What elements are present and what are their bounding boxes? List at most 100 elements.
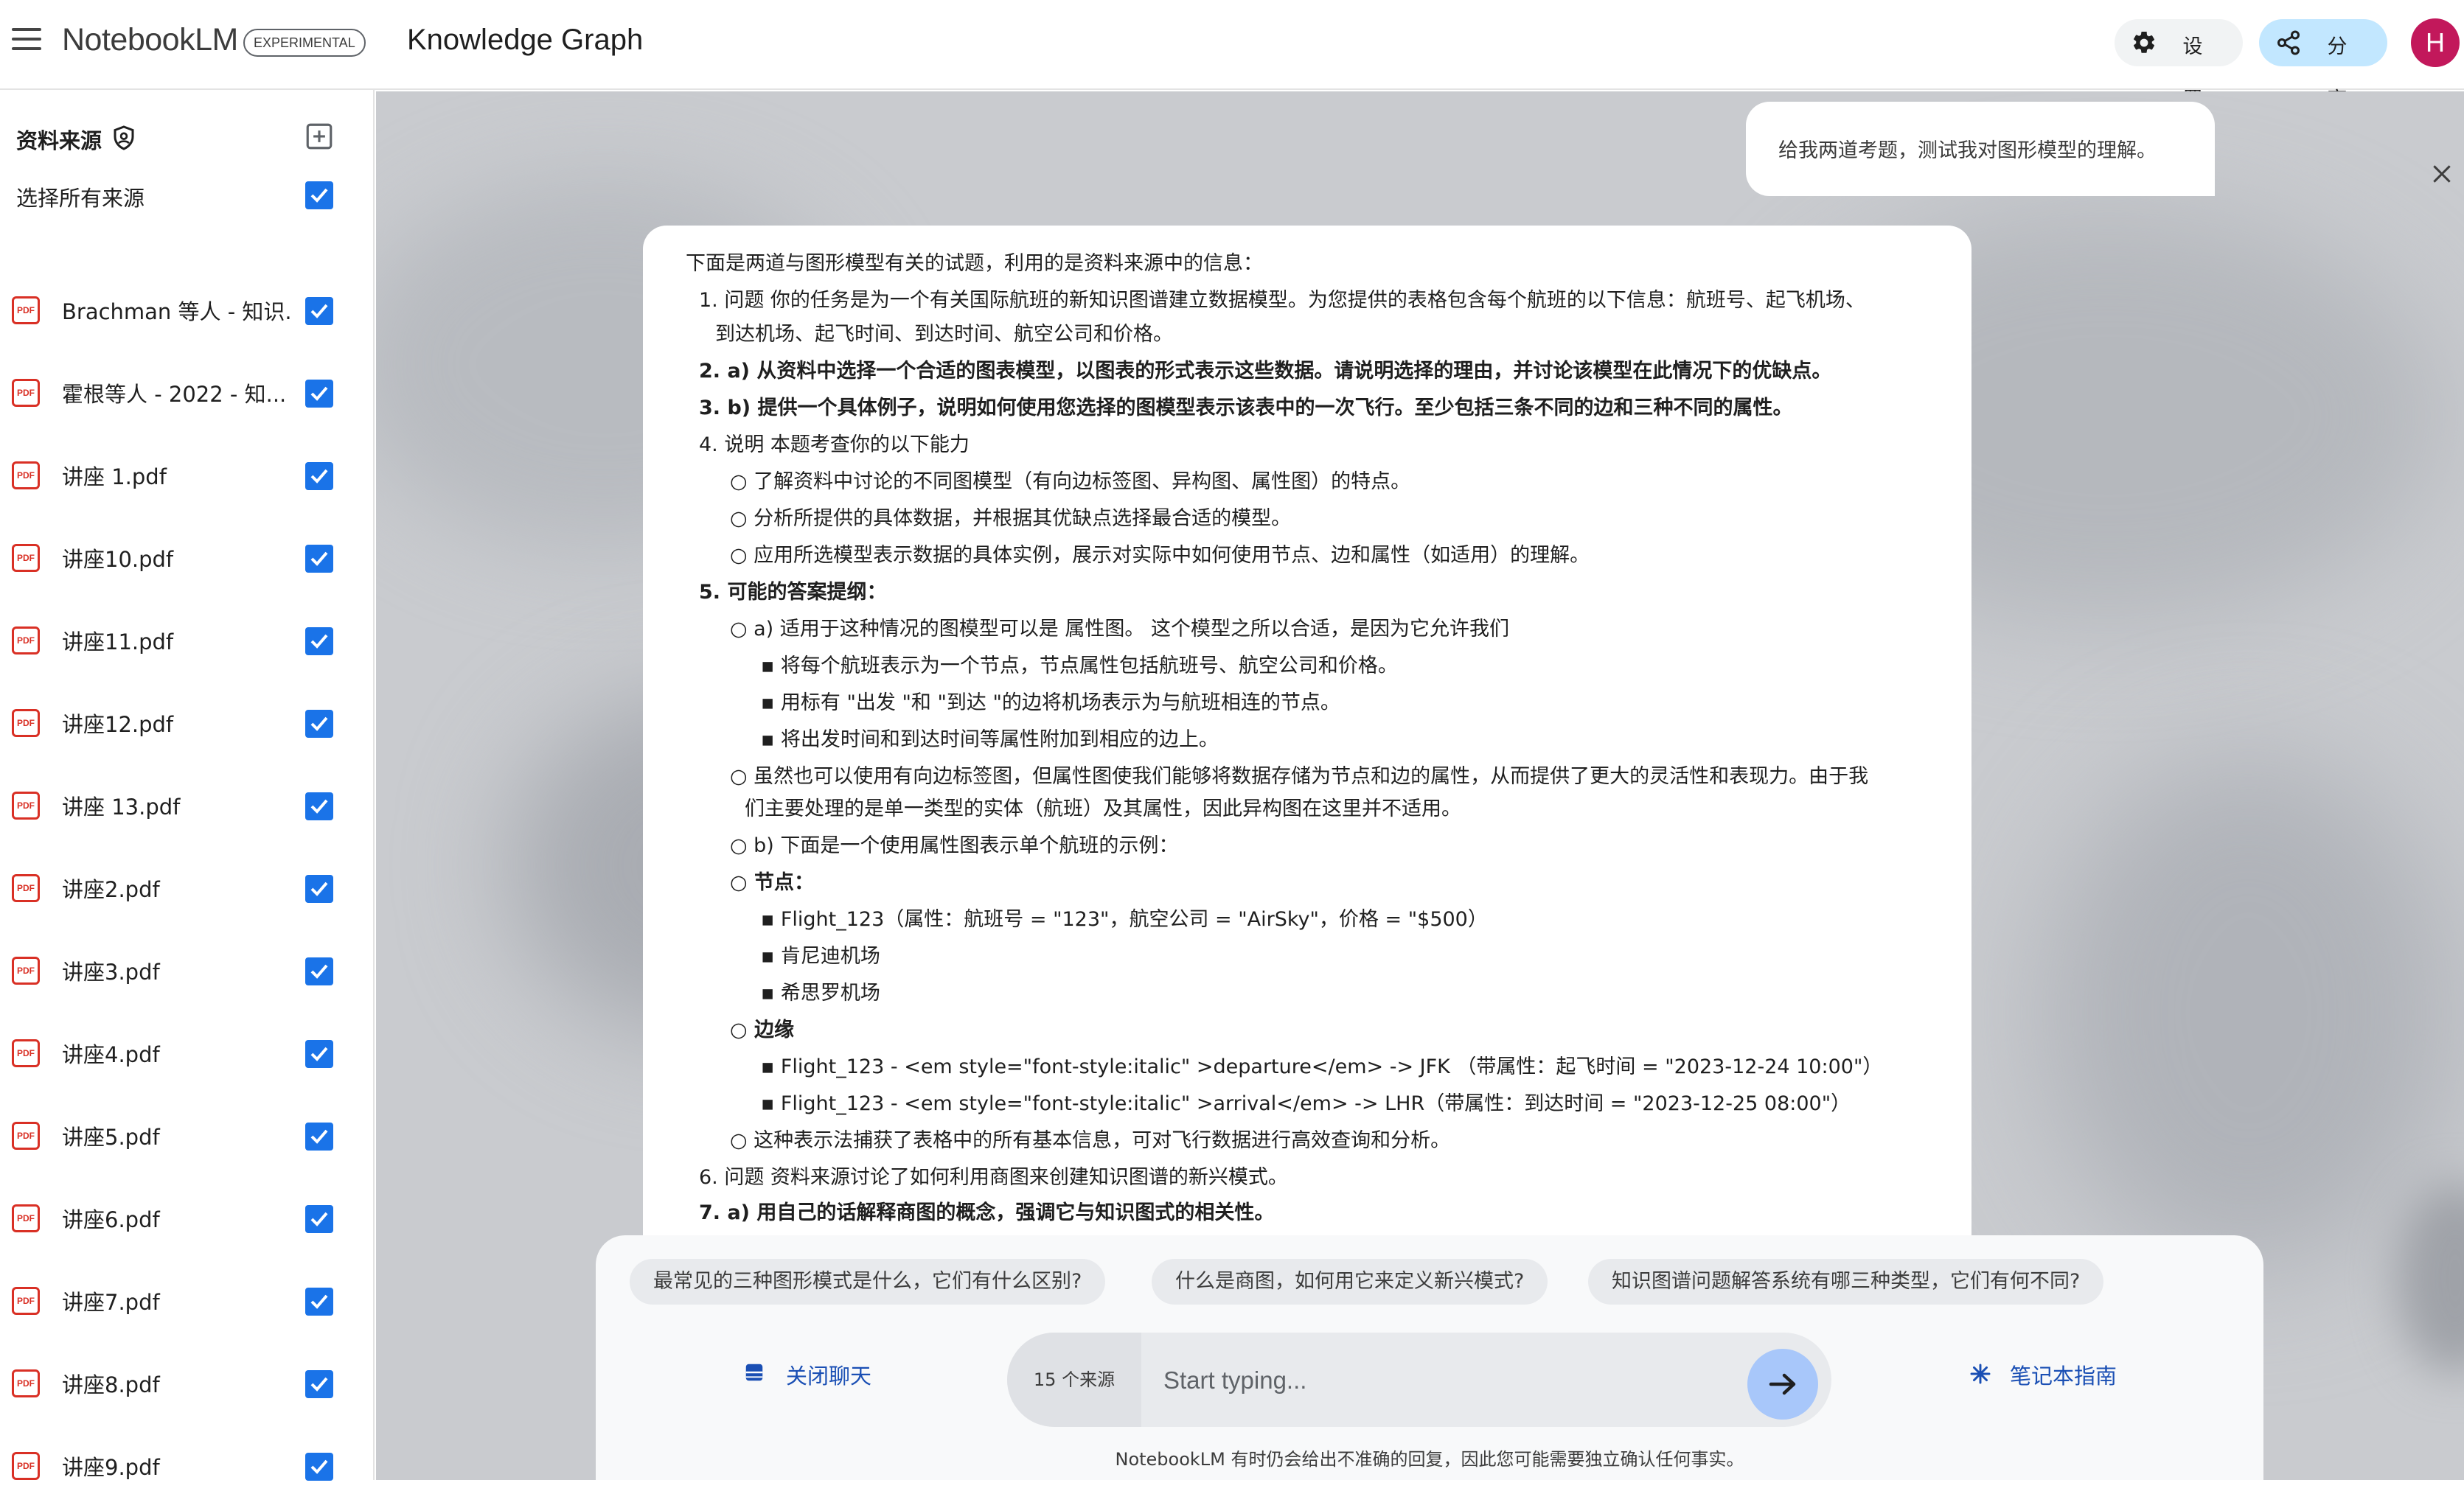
source-checkbox[interactable] xyxy=(305,1453,333,1481)
source-item[interactable]: PDF 讲座3.pdf xyxy=(0,930,373,1013)
page-title[interactable]: Knowledge Graph xyxy=(407,24,643,57)
chat-panel-icon xyxy=(745,1364,763,1381)
source-item[interactable]: PDF 讲座12.pdf xyxy=(0,683,373,765)
source-item[interactable]: PDF 讲座10.pdf xyxy=(0,517,373,600)
check-icon xyxy=(310,1377,328,1392)
response-line: ▪ Flight_123 - <em style="font-style:ita… xyxy=(761,1055,1883,1078)
source-label: 讲座12.pdf xyxy=(62,712,174,737)
response-line: 7. a) 用自己的话解释商图的概念，强调它与知识图式的相关性。 xyxy=(699,1201,1275,1224)
check-icon xyxy=(310,634,328,649)
select-all-checkbox[interactable] xyxy=(305,181,333,209)
check-icon xyxy=(310,964,328,979)
add-source-icon[interactable] xyxy=(304,121,335,152)
response-line: ▪ Flight_123（属性：航班号 = "123"，航空公司 = "AirS… xyxy=(761,908,1488,931)
source-label: 讲座2.pdf xyxy=(62,877,160,902)
background-blur xyxy=(2396,1182,2464,1374)
suggestion-chip[interactable]: 最常见的三种图形模式是什么，它们有什么区别? xyxy=(630,1259,1106,1305)
source-checkbox[interactable] xyxy=(305,1205,333,1233)
select-all-label: 选择所有来源 xyxy=(16,186,145,211)
response-line: ○ 了解资料中讨论的不同图模型（有向边标签图、异构图、属性图）的特点。 xyxy=(730,470,1411,493)
source-checkbox[interactable] xyxy=(305,627,333,655)
check-icon xyxy=(310,882,328,896)
disclaimer-text: NotebookLM 有时仍会给出不准确的回复，因此您可能需要独立确认任何事实。 xyxy=(1115,1449,1744,1470)
close-icon[interactable] xyxy=(2430,162,2454,186)
source-item[interactable]: PDF 讲座2.pdf xyxy=(0,848,373,930)
source-item[interactable]: PDF 讲座4.pdf xyxy=(0,1013,373,1095)
gear-icon xyxy=(2133,31,2155,53)
source-item[interactable]: PDF 讲座5.pdf xyxy=(0,1095,373,1178)
response-line: 们主要处理的是单一类型的实体（航班）及其属性，因此异构图在这里并不适用。 xyxy=(745,797,1461,820)
pdf-icon: PDF xyxy=(12,1204,40,1232)
source-checkbox[interactable] xyxy=(305,875,333,903)
sources-sidebar: 资料来源 选择所有来源 PDF Brachman 等人 - 知识... PDF 霍根等… xyxy=(0,90,375,1481)
shield-icon[interactable] xyxy=(111,124,137,152)
source-item[interactable]: PDF 讲座6.pdf xyxy=(0,1178,373,1260)
send-button[interactable] xyxy=(1747,1349,1818,1420)
check-icon xyxy=(310,386,328,401)
source-checkbox[interactable] xyxy=(305,297,333,325)
response-line: 4. 说明 本题考查你的以下能力 xyxy=(699,433,970,456)
check-icon xyxy=(310,1212,328,1226)
source-label: 讲座 1.pdf xyxy=(62,464,167,489)
source-item[interactable]: PDF Brachman 等人 - 知识... xyxy=(0,270,373,352)
source-checkbox[interactable] xyxy=(305,462,333,490)
response-line: ▪ 将出发时间和到达时间等属性附加到相应的边上。 xyxy=(761,728,1219,751)
source-item[interactable]: PDF 讲座11.pdf xyxy=(0,600,373,683)
response-line: ▪ Flight_123 - <em style="font-style:ita… xyxy=(761,1092,1851,1115)
pdf-icon: PDF xyxy=(12,1452,40,1480)
pdf-icon: PDF xyxy=(12,544,40,572)
background-blur xyxy=(2042,755,2455,1271)
pdf-icon: PDF xyxy=(12,709,40,737)
check-icon xyxy=(310,1294,328,1309)
source-label: 霍根等人 - 2022 - 知... xyxy=(62,382,287,407)
source-checkbox[interactable] xyxy=(305,545,333,573)
source-checkbox[interactable] xyxy=(305,1370,333,1398)
source-checkbox[interactable] xyxy=(305,792,333,820)
response-line: ○ 这种表示法捕获了表格中的所有基本信息，可对飞行数据进行高效查询和分析。 xyxy=(730,1129,1451,1152)
response-line: ○ 分析所提供的具体数据，并根据其优缺点选择最合适的模型。 xyxy=(730,507,1292,530)
pdf-icon: PDF xyxy=(12,296,40,324)
brand-logo[interactable]: NotebookLM xyxy=(62,22,238,58)
source-checkbox[interactable] xyxy=(305,1040,333,1068)
source-count-badge[interactable]: 15 个来源 xyxy=(1007,1333,1141,1427)
arrow-right-icon xyxy=(1769,1373,1796,1395)
response-line: ▪ 用标有 "出发 "和 "到达 "的边将机场表示为与航班相连的节点。 xyxy=(761,691,1340,714)
menu-icon[interactable] xyxy=(12,28,41,53)
source-label: Brachman 等人 - 知识... xyxy=(62,299,290,324)
source-checkbox[interactable] xyxy=(305,1123,333,1151)
notebook-guide-label: 笔记本指南 xyxy=(2010,1364,2117,1389)
source-item[interactable]: PDF 讲座8.pdf xyxy=(0,1343,373,1425)
source-label: 讲座7.pdf xyxy=(62,1290,160,1315)
source-label: 讲座10.pdf xyxy=(62,547,174,572)
source-item[interactable]: PDF 霍根等人 - 2022 - 知... xyxy=(0,352,373,435)
source-item[interactable]: PDF 讲座 13.pdf xyxy=(0,765,373,848)
suggestion-chip[interactable]: 什么是商图，如何用它来定义新兴模式? xyxy=(1152,1259,1548,1305)
pdf-icon: PDF xyxy=(12,1039,40,1067)
user-message-bubble: 给我两道考题，测试我对图形模型的理解。 xyxy=(1746,102,2215,196)
suggestion-chip[interactable]: 知识图谱问题解答系统有哪三种类型，它们有何不同? xyxy=(1588,1259,2104,1305)
response-line: 6. 问题 资料来源讨论了如何利用商图来创建知识图谱的新兴模式。 xyxy=(699,1166,1288,1189)
response-line: 5. 可能的答案提纲： xyxy=(699,581,887,604)
source-item[interactable]: PDF 讲座 1.pdf xyxy=(0,435,373,517)
pdf-icon: PDF xyxy=(12,461,40,489)
source-item[interactable]: PDF 讲座7.pdf xyxy=(0,1260,373,1343)
source-item[interactable]: PDF 讲座9.pdf xyxy=(0,1425,373,1508)
pdf-icon: PDF xyxy=(12,1287,40,1315)
pdf-icon: PDF xyxy=(12,957,40,985)
settings-button[interactable]: 设置 xyxy=(2115,19,2243,111)
check-icon xyxy=(310,799,328,814)
pdf-icon: PDF xyxy=(12,626,40,654)
response-line: ○ 应用所选模型表示数据的具体实例，展示对实际中如何使用节点、边和属性（如适用）… xyxy=(730,544,1590,567)
source-checkbox[interactable] xyxy=(305,710,333,738)
chat-input[interactable] xyxy=(1162,1358,1725,1403)
source-checkbox[interactable] xyxy=(305,1288,333,1316)
source-checkbox[interactable] xyxy=(305,380,333,408)
experimental-badge: EXPERIMENTAL xyxy=(243,29,366,57)
avatar[interactable]: H xyxy=(2411,18,2460,67)
response-line: ▪ 将每个航班表示为一个节点，节点属性包括航班号、航空公司和价格。 xyxy=(761,654,1398,677)
response-line: ▪ 希思罗机场 xyxy=(761,982,880,1005)
response-line: 下面是两道与图形模型有关的试题，利用的是资料来源中的信息： xyxy=(686,252,1263,275)
source-checkbox[interactable] xyxy=(305,957,333,985)
response-line: 到达机场、起飞时间、到达时间、航空公司和价格。 xyxy=(715,323,1173,346)
share-button[interactable]: 分享 xyxy=(2259,19,2387,111)
